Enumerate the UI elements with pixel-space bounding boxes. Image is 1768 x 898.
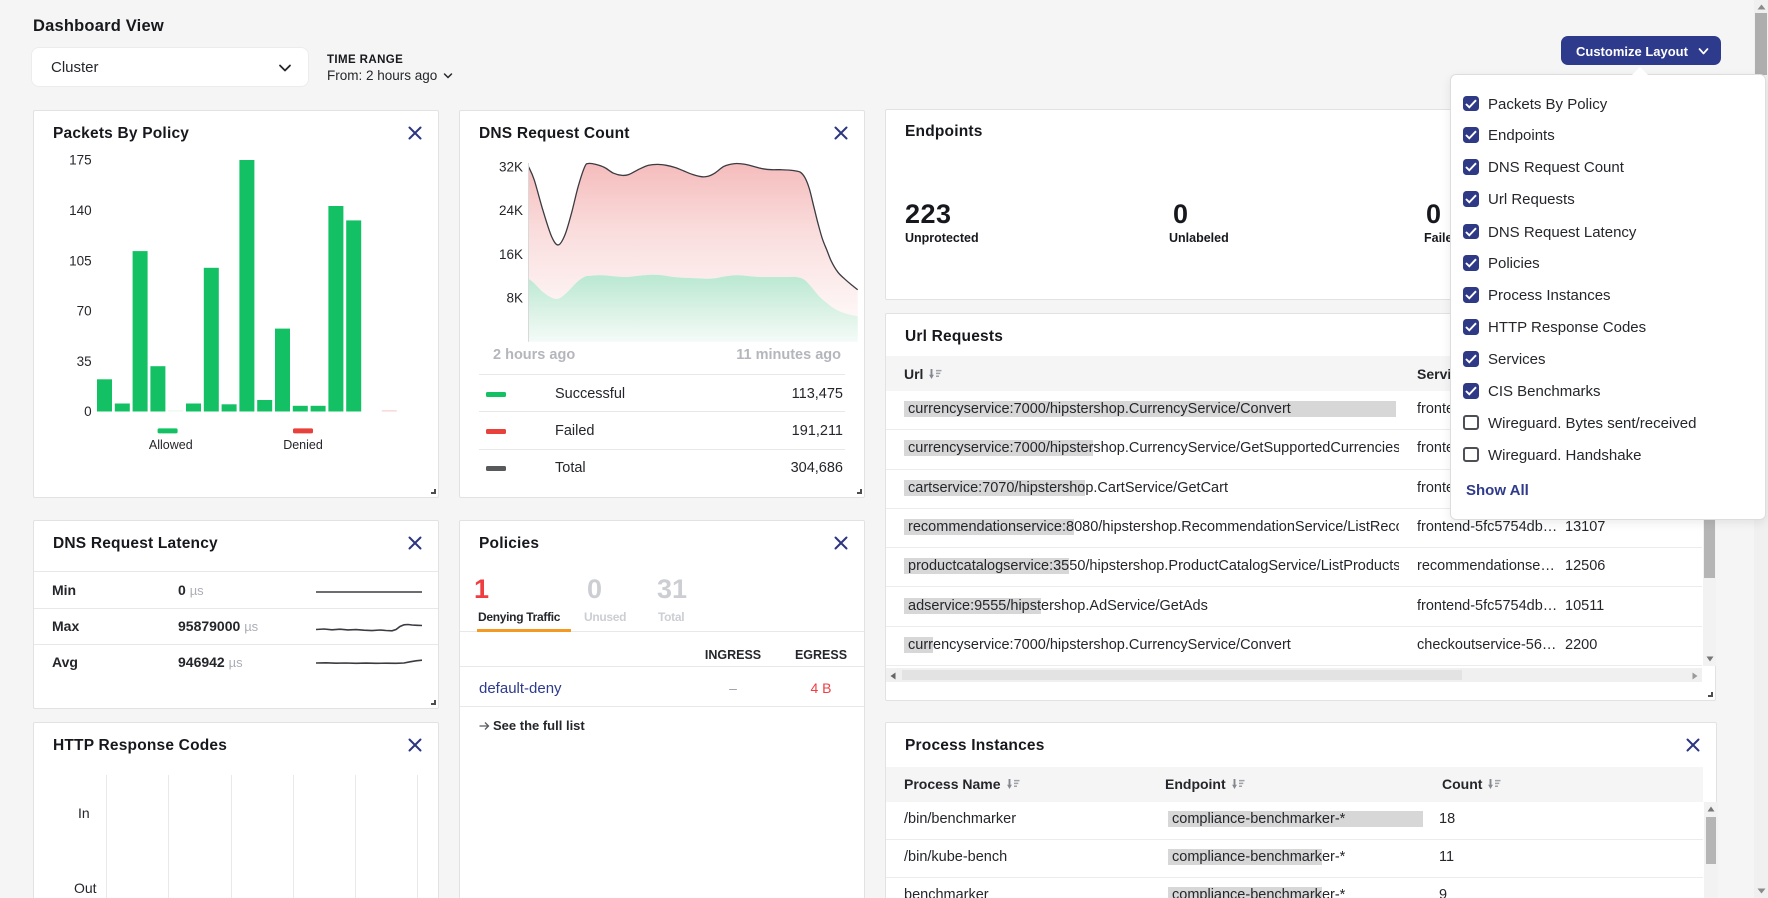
svg-text:32K: 32K [499, 159, 523, 174]
svg-text:16K: 16K [499, 247, 523, 262]
svg-text:35: 35 [77, 354, 92, 369]
svg-text:24K: 24K [499, 203, 523, 218]
svg-text:Denied: Denied [283, 438, 323, 452]
svg-text:0: 0 [84, 404, 92, 419]
svg-text:8K: 8K [506, 291, 523, 306]
svg-text:175: 175 [69, 153, 92, 168]
svg-text:70: 70 [77, 304, 92, 319]
svg-text:Allowed: Allowed [149, 438, 193, 452]
svg-text:140: 140 [69, 203, 92, 218]
svg-text:105: 105 [69, 253, 92, 268]
